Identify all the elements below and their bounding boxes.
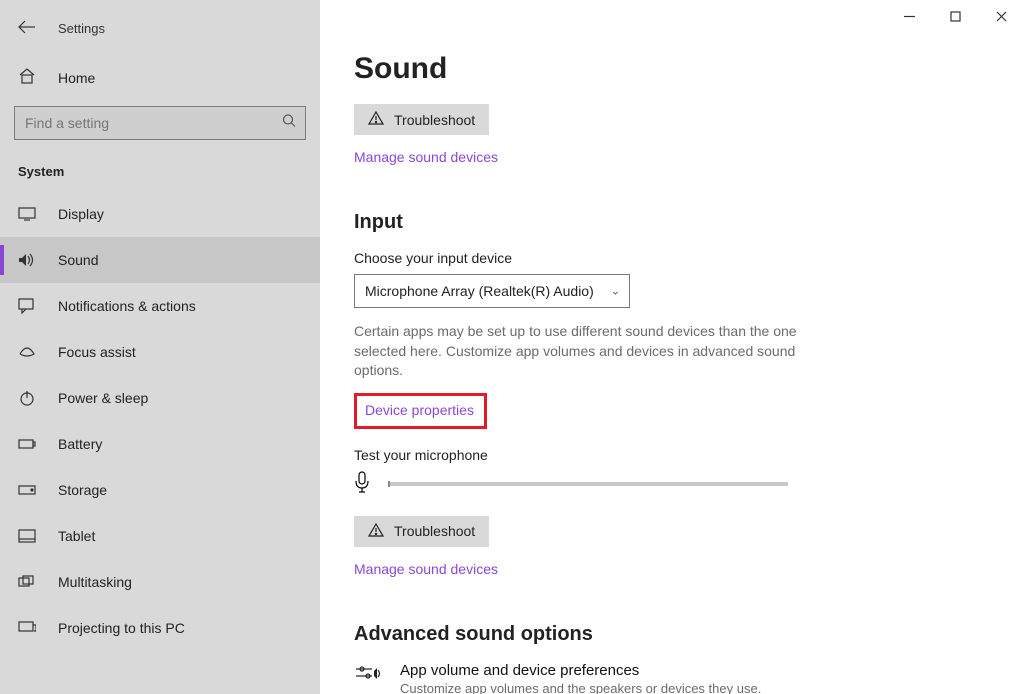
sidebar-item-label: Notifications & actions: [58, 298, 196, 314]
microphone-icon: [354, 471, 374, 498]
manage-sound-devices-input-link[interactable]: Manage sound devices: [354, 561, 498, 577]
warning-icon: [368, 111, 384, 128]
home-icon: [18, 67, 36, 88]
troubleshoot-label: Troubleshoot: [394, 112, 475, 128]
troubleshoot-input-button[interactable]: Troubleshoot: [354, 516, 489, 547]
sidebar-item-display[interactable]: Display: [0, 191, 320, 237]
sidebar-item-home[interactable]: Home: [0, 57, 320, 98]
sidebar-item-label: Multitasking: [58, 574, 132, 590]
mic-level-row: [354, 471, 1024, 498]
sidebar-item-label: Focus assist: [58, 344, 136, 360]
focus-assist-icon: [18, 343, 36, 361]
sliders-icon: [354, 662, 382, 690]
sidebar-item-power-sleep[interactable]: Power & sleep: [0, 375, 320, 421]
storage-icon: [18, 481, 36, 499]
app-volume-title: App volume and device preferences: [400, 662, 761, 679]
device-properties-link[interactable]: Device properties: [365, 402, 474, 418]
choose-input-label: Choose your input device: [354, 250, 1024, 266]
projecting-icon: [18, 619, 36, 637]
sidebar-item-multitasking[interactable]: Multitasking: [0, 559, 320, 605]
sidebar-item-label: Storage: [58, 482, 107, 498]
search-wrap: [14, 106, 306, 140]
back-row: Settings: [0, 14, 320, 51]
sidebar-item-projecting[interactable]: Projecting to this PC: [0, 605, 320, 651]
home-label: Home: [58, 70, 95, 86]
sidebar-item-focus-assist[interactable]: Focus assist: [0, 329, 320, 375]
app-volume-desc: Customize app volumes and the speakers o…: [400, 681, 761, 694]
main-content: Sound Troubleshoot Manage sound devices …: [320, 0, 1024, 694]
window-titlebar: [886, 0, 1024, 32]
search-input[interactable]: [14, 106, 306, 140]
power-icon: [18, 389, 36, 407]
back-arrow-icon[interactable]: [18, 18, 36, 39]
maximize-button[interactable]: [932, 0, 978, 32]
page-title: Sound: [354, 52, 1024, 86]
multitasking-icon: [18, 573, 36, 591]
sidebar-item-battery[interactable]: Battery: [0, 421, 320, 467]
warning-icon: [368, 523, 384, 540]
window-title: Settings: [58, 21, 105, 36]
sidebar-item-label: Sound: [58, 252, 98, 268]
tablet-icon: [18, 527, 36, 545]
sidebar-item-label: Battery: [58, 436, 102, 452]
sidebar-section-label: System: [0, 140, 320, 191]
chevron-down-icon: ⌄: [611, 285, 620, 298]
test-mic-label: Test your microphone: [354, 447, 1024, 463]
input-desc: Certain apps may be set up to use differ…: [354, 322, 804, 381]
sidebar-item-label: Projecting to this PC: [58, 620, 185, 636]
mic-level-bar: [388, 482, 788, 486]
sidebar-item-label: Tablet: [58, 528, 95, 544]
input-device-select[interactable]: Microphone Array (Realtek(R) Audio) ⌄: [354, 274, 630, 308]
close-button[interactable]: [978, 0, 1024, 32]
sidebar-item-storage[interactable]: Storage: [0, 467, 320, 513]
manage-sound-devices-output-link[interactable]: Manage sound devices: [354, 149, 498, 165]
sidebar-item-label: Power & sleep: [58, 390, 148, 406]
minimize-button[interactable]: [886, 0, 932, 32]
input-device-value: Microphone Array (Realtek(R) Audio): [354, 274, 630, 308]
battery-icon: [18, 435, 36, 453]
notifications-icon: [18, 297, 36, 315]
app-volume-preferences-item[interactable]: App volume and device preferences Custom…: [354, 662, 1024, 694]
sidebar-item-label: Display: [58, 206, 104, 222]
sidebar-item-sound[interactable]: Sound: [0, 237, 320, 283]
search-icon: [282, 114, 296, 133]
sidebar: Settings Home System Display Sound Notif…: [0, 0, 320, 694]
advanced-heading: Advanced sound options: [354, 623, 1024, 646]
display-icon: [18, 205, 36, 223]
device-properties-highlight: Device properties: [354, 393, 487, 429]
sidebar-item-tablet[interactable]: Tablet: [0, 513, 320, 559]
troubleshoot-label: Troubleshoot: [394, 523, 475, 539]
sound-icon: [18, 251, 36, 269]
troubleshoot-output-button[interactable]: Troubleshoot: [354, 104, 489, 135]
sidebar-item-notifications[interactable]: Notifications & actions: [0, 283, 320, 329]
sidebar-nav: Display Sound Notifications & actions Fo…: [0, 191, 320, 651]
input-heading: Input: [354, 211, 1024, 234]
